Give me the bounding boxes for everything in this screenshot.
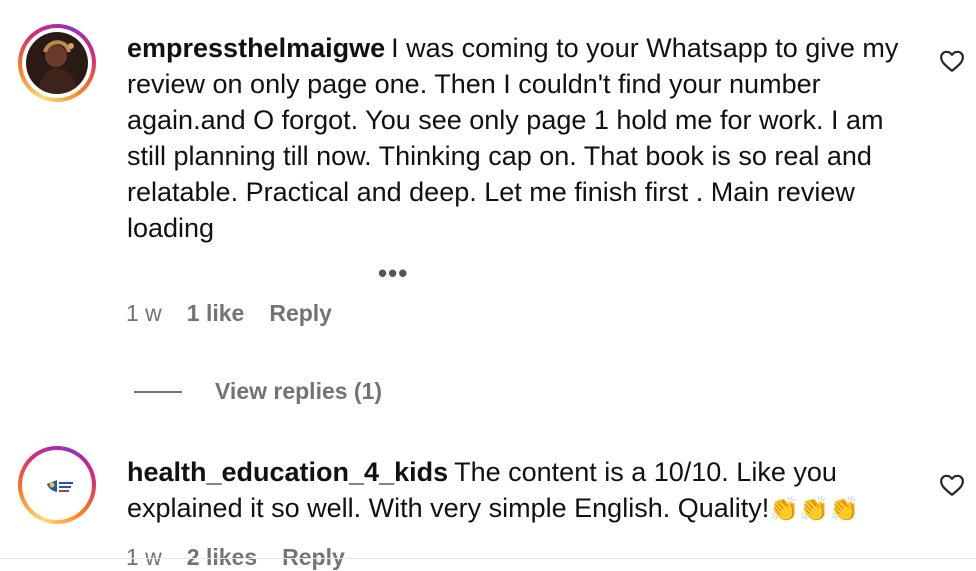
- username[interactable]: health_education_4_kids: [127, 457, 448, 487]
- avatar: [26, 32, 88, 94]
- comment-text: I was coming to your Whatsapp to give my…: [127, 33, 899, 243]
- avatar-story-ring[interactable]: [18, 446, 96, 524]
- more-options-icon[interactable]: •••: [378, 258, 408, 289]
- view-replies-button[interactable]: View replies (1): [134, 378, 382, 405]
- heart-icon[interactable]: [939, 48, 965, 74]
- clap-emoji: 👏👏👏: [769, 496, 859, 523]
- avatar-border: [22, 450, 92, 520]
- timestamp: 1 w: [126, 300, 162, 326]
- bottom-divider: [0, 558, 976, 559]
- heart-icon[interactable]: [939, 472, 965, 498]
- avatar-border: [22, 28, 92, 98]
- view-replies-label: View replies (1): [215, 378, 383, 404]
- like-count[interactable]: 1 like: [187, 300, 245, 327]
- avatar: [26, 454, 88, 516]
- comment-body: empressthelmaigwe I was coming to your Wh…: [127, 30, 917, 246]
- username[interactable]: empressthelmaigwe: [127, 33, 385, 63]
- comment-meta: 1 w 1 like Reply: [126, 300, 357, 327]
- replies-divider-line: [134, 390, 182, 393]
- reply-button[interactable]: Reply: [269, 300, 332, 327]
- avatar-story-ring[interactable]: [18, 24, 96, 102]
- comment-body: health_education_4_kids The content is a …: [127, 454, 917, 528]
